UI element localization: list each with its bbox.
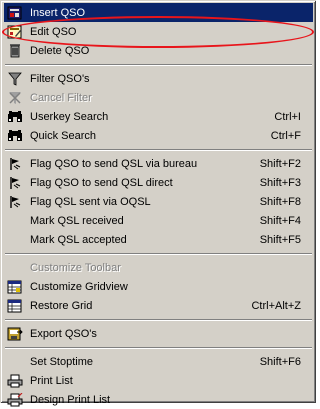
menu-item-design-print-list[interactable]: Design Print List (4, 390, 313, 409)
menu-item-print-list[interactable]: Print List (4, 371, 313, 390)
menu-item-filter-qsos[interactable]: Filter QSO's (4, 69, 313, 88)
menu-item-shortcut: Shift+F4 (259, 214, 301, 227)
menu-item-shortcut: Ctrl+I (274, 110, 301, 123)
binoculars-icon (4, 126, 26, 145)
menu-separator (4, 60, 313, 69)
menu-item-label: Userkey Search (30, 110, 109, 123)
menu-item-shortcut: Shift+F5 (259, 233, 301, 246)
menu-item-cancel-filter: Cancel Filter (4, 88, 313, 107)
menu-item-restore-grid[interactable]: Restore Grid Ctrl+Alt+Z (4, 296, 313, 315)
menu-item-shortcut: Shift+F6 (259, 355, 301, 368)
export-icon (4, 324, 26, 343)
menu-item-flag-qsl-oqsl[interactable]: Flag QSL sent via OQSL Shift+F8 (4, 192, 313, 211)
menu-item-label: Insert QSO (30, 6, 86, 19)
menu-separator (4, 145, 313, 154)
menu-item-delete-qso[interactable]: Delete QSO (4, 41, 313, 60)
menu-item-shortcut: Shift+F3 (259, 176, 301, 189)
edit-icon (4, 22, 26, 41)
menu-item-label: Flag QSL sent via OQSL (30, 195, 151, 208)
flag-icon (4, 154, 26, 173)
menu-item-label: Design Print List (30, 393, 111, 406)
menu-item-shortcut: Shift+F8 (259, 195, 301, 208)
trash-icon (4, 41, 26, 60)
menu-item-label: Mark QSL accepted (30, 233, 127, 246)
menu-item-label: Restore Grid (30, 299, 93, 312)
menu-item-label: Cancel Filter (30, 91, 92, 104)
binoculars-icon (4, 107, 26, 126)
menu-item-shortcut: Ctrl+F (270, 129, 301, 142)
menu-separator (4, 249, 313, 258)
flag-icon (4, 173, 26, 192)
menu-item-mark-qsl-accepted[interactable]: Mark QSL accepted Shift+F5 (4, 230, 313, 249)
menu-item-label: Customize Gridview (30, 280, 128, 293)
menu-item-customize-toolbar: Customize Toolbar (4, 258, 313, 277)
menu-item-edit-qso[interactable]: Edit QSO (4, 22, 313, 41)
menu-item-flag-qsl-bureau[interactable]: Flag QSO to send QSL via bureau Shift+F2 (4, 154, 313, 173)
menu-item-label: Flag QSO to send QSL direct (30, 176, 173, 189)
menu-item-insert-qso[interactable]: Insert QSO (4, 3, 313, 22)
menu-item-flag-qsl-direct[interactable]: Flag QSO to send QSL direct Shift+F3 (4, 173, 313, 192)
menu-separator (4, 315, 313, 324)
menu-item-label: Flag QSO to send QSL via bureau (30, 157, 198, 170)
menu-item-customize-gridview[interactable]: Customize Gridview (4, 277, 313, 296)
filter-icon (4, 69, 26, 88)
menu-item-userkey-search[interactable]: Userkey Search Ctrl+I (4, 107, 313, 126)
menu-item-quick-search[interactable]: Quick Search Ctrl+F (4, 126, 313, 145)
menu-item-label: Mark QSL received (30, 214, 124, 227)
menu-item-label: Customize Toolbar (30, 261, 121, 274)
menu-item-export-qsos[interactable]: Export QSO's (4, 324, 313, 343)
cancel-filter-icon (4, 88, 26, 107)
menu-item-label: Quick Search (30, 129, 97, 142)
context-menu: Insert QSO Edit QSO Delete QSO Filter QS… (0, 0, 316, 406)
menu-item-label: Export QSO's (30, 327, 97, 340)
menu-item-shortcut: Ctrl+Alt+Z (251, 299, 301, 312)
menu-separator (4, 343, 313, 352)
menu-item-label: Filter QSO's (30, 72, 90, 85)
flag-icon (4, 192, 26, 211)
grid-icon (4, 277, 26, 296)
menu-item-label: Set Stoptime (30, 355, 93, 368)
print-icon (4, 371, 26, 390)
menu-item-label: Print List (30, 374, 73, 387)
menu-item-shortcut: Shift+F2 (259, 157, 301, 170)
design-print-icon (4, 390, 26, 409)
menu-item-mark-qsl-received[interactable]: Mark QSL received Shift+F4 (4, 211, 313, 230)
menu-item-set-stoptime[interactable]: Set Stoptime Shift+F6 (4, 352, 313, 371)
menu-item-label: Delete QSO (30, 44, 90, 57)
menu-item-label: Edit QSO (30, 25, 77, 38)
restore-grid-icon (4, 296, 26, 315)
insert-icon (4, 3, 26, 22)
